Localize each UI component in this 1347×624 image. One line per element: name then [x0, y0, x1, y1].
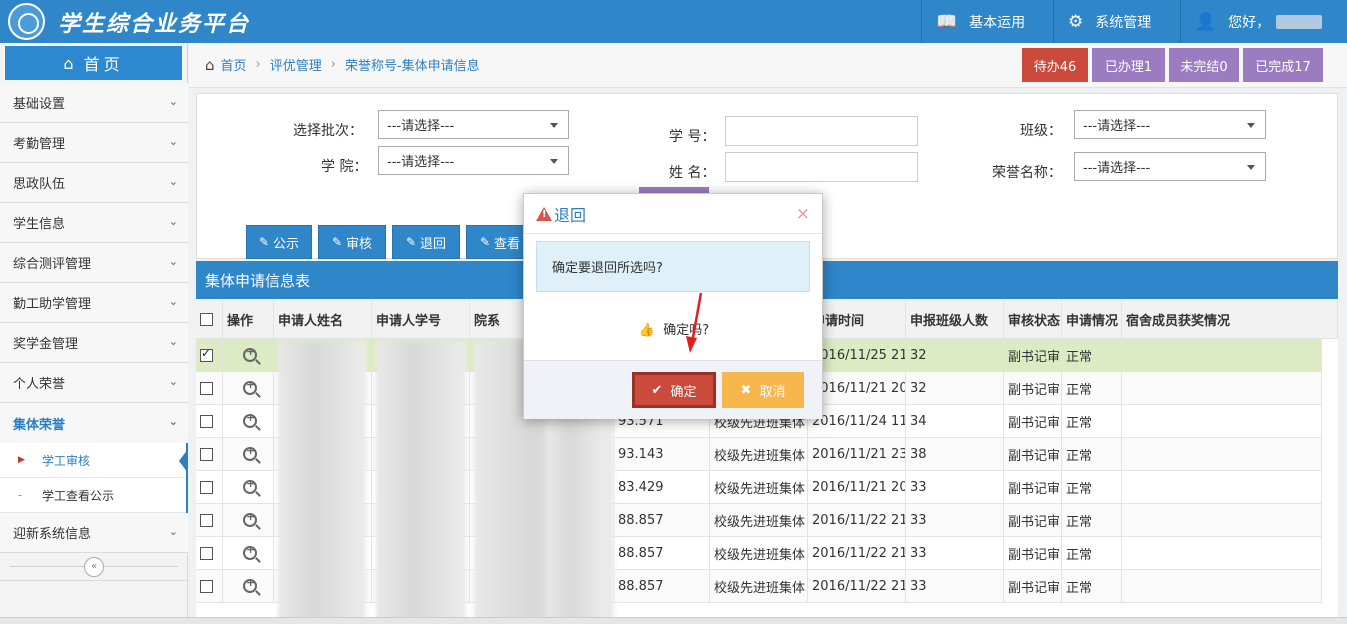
confirm-label: 确定: [670, 384, 697, 400]
warning-icon: !: [536, 206, 552, 221]
check-icon: ✔: [651, 382, 663, 398]
dialog-footer: ✔ 确定 ✖ 取消: [524, 360, 822, 419]
close-icon[interactable]: ×: [796, 204, 810, 224]
return-confirm-dialog: ! 退回 × 确定要退回所选吗? 👍 确定吗? ✔ 确定 ✖ 取消: [523, 193, 823, 419]
dialog-title: 退回: [554, 205, 587, 225]
dialog-question: 👍 确定吗?: [524, 319, 824, 338]
dialog-message: 确定要退回所选吗?: [536, 241, 810, 292]
dialog-header: ! 退回 ×: [524, 194, 822, 234]
cancel-label: 取消: [759, 384, 786, 400]
cancel-button[interactable]: ✖ 取消: [722, 372, 804, 408]
close-icon: ✖: [740, 382, 752, 398]
thumbs-up-icon: 👍: [638, 323, 656, 338]
dialog-question-text: 确定吗?: [663, 323, 710, 338]
confirm-button[interactable]: ✔ 确定: [632, 372, 716, 408]
